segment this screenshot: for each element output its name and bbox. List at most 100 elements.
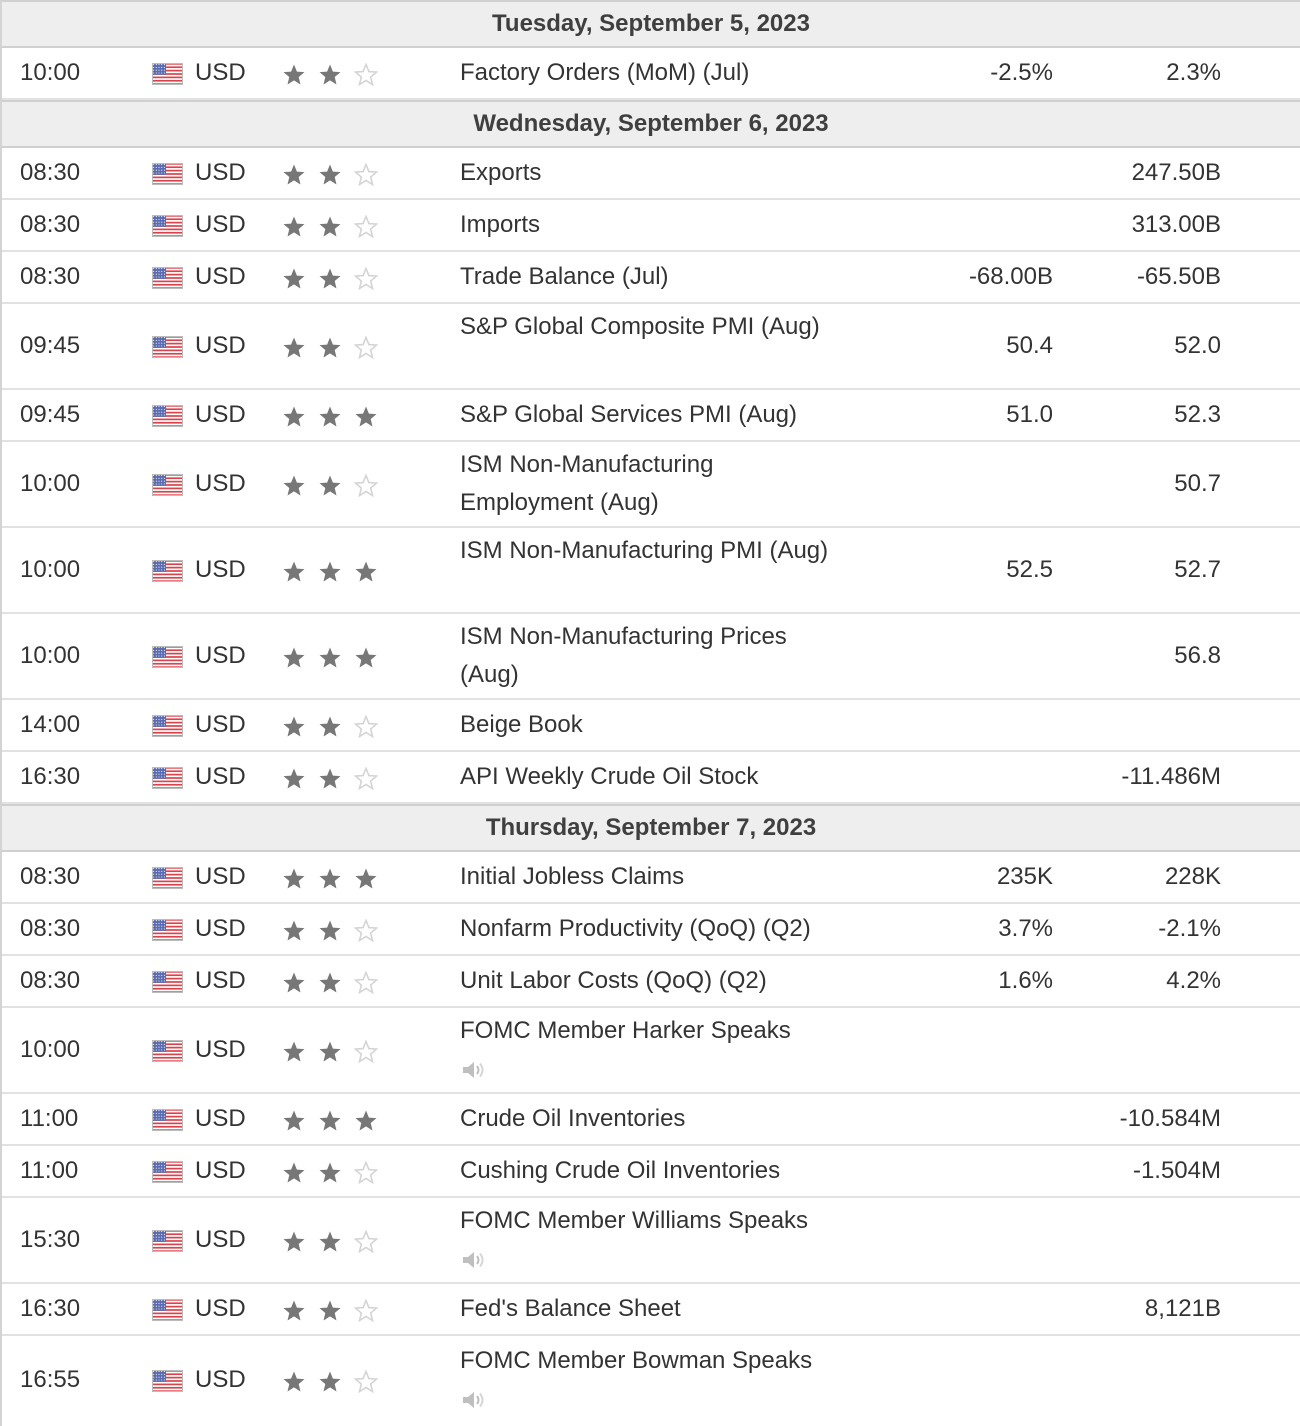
event-name-cell[interactable]: Trade Balance (Jul) xyxy=(460,258,830,296)
event-name-cell[interactable]: FOMC Member Bowman Speaks xyxy=(460,1342,830,1418)
event-row[interactable]: 16:30 USD API Weekly Crude Oil Stock -11.48… xyxy=(2,752,1300,804)
event-name-cell[interactable]: ISM Non-Manufacturing Employment (Aug) xyxy=(460,446,830,522)
event-name-cell[interactable]: FOMC Member Williams Speaks xyxy=(460,1202,830,1278)
event-name[interactable]: FOMC Member Bowman Speaks xyxy=(460,1347,812,1374)
event-row[interactable]: 08:30 USD Exports 247.50B xyxy=(2,148,1300,200)
event-name[interactable]: Trade Balance (Jul) xyxy=(460,263,669,290)
event-name-cell[interactable]: Unit Labor Costs (QoQ) (Q2) xyxy=(460,962,830,1000)
importance-stars xyxy=(282,163,378,187)
star-filled-icon xyxy=(282,1161,306,1185)
event-currency: USD xyxy=(195,211,246,238)
event-currency: USD xyxy=(195,1366,246,1393)
event-name-cell[interactable]: API Weekly Crude Oil Stock xyxy=(460,758,830,796)
us-flag-icon xyxy=(152,767,183,789)
us-flag-icon xyxy=(152,1370,183,1392)
event-name-cell[interactable]: S&P Global Services PMI (Aug) xyxy=(460,396,830,434)
event-name-cell[interactable]: Imports xyxy=(460,206,830,244)
event-row[interactable]: 11:00 USD Crude Oil Inventories -10.584M xyxy=(2,1094,1300,1146)
star-filled-icon xyxy=(282,1299,306,1323)
event-row[interactable]: 16:30 USD Fed's Balance Sheet 8,121B xyxy=(2,1284,1300,1336)
event-name-cell[interactable]: FOMC Member Harker Speaks xyxy=(460,1012,830,1088)
event-name-cell[interactable]: ISM Non-Manufacturing Prices (Aug) xyxy=(460,618,830,694)
importance-stars xyxy=(282,767,378,791)
event-row[interactable]: 08:30 USD Unit Labor Costs (QoQ) (Q2) 1.6% 4… xyxy=(2,956,1300,1008)
event-name[interactable]: Unit Labor Costs (QoQ) (Q2) xyxy=(460,967,767,994)
event-row[interactable]: 10:00 USD FOMC Member Harker Speaks xyxy=(2,1008,1300,1094)
event-name[interactable]: Exports xyxy=(460,159,541,186)
event-name[interactable]: Fed's Balance Sheet xyxy=(460,1295,681,1322)
event-row[interactable]: 08:30 USD Trade Balance (Jul) -68.00B -65.50… xyxy=(2,252,1300,304)
event-currency: USD xyxy=(195,1295,246,1322)
event-name-cell[interactable]: Crude Oil Inventories xyxy=(460,1100,830,1138)
star-filled-icon xyxy=(282,63,306,87)
event-name[interactable]: Crude Oil Inventories xyxy=(460,1105,685,1132)
event-name-cell[interactable]: Factory Orders (MoM) (Jul) xyxy=(460,54,830,92)
event-name[interactable]: ISM Non-Manufacturing Employment (Aug) xyxy=(460,451,713,516)
event-name-cell[interactable]: Cushing Crude Oil Inventories xyxy=(460,1152,830,1190)
event-name-cell[interactable]: S&P Global Composite PMI (Aug) xyxy=(460,308,830,346)
event-name[interactable]: FOMC Member Harker Speaks xyxy=(460,1017,791,1044)
star-filled-icon xyxy=(318,767,342,791)
importance-stars xyxy=(282,560,378,584)
event-name-cell[interactable]: Fed's Balance Sheet xyxy=(460,1290,830,1328)
event-previous: -65.50B xyxy=(1136,263,1221,290)
event-row[interactable]: 08:30 USD Nonfarm Productivity (QoQ) (Q2) 3… xyxy=(2,904,1300,956)
event-name[interactable]: Imports xyxy=(460,211,540,238)
star-empty-icon xyxy=(354,474,378,498)
star-empty-icon xyxy=(354,267,378,291)
speaker-icon[interactable] xyxy=(460,1249,486,1271)
event-row[interactable]: 10:00 USD ISM Non-Manufacturing Employment… xyxy=(2,442,1300,528)
event-name-cell[interactable]: Beige Book xyxy=(460,706,830,744)
star-filled-icon xyxy=(318,1230,342,1254)
star-filled-icon xyxy=(282,405,306,429)
event-name[interactable]: ISM Non-Manufacturing Prices (Aug) xyxy=(460,623,787,688)
star-filled-icon xyxy=(318,336,342,360)
star-filled-icon xyxy=(282,1040,306,1064)
event-forecast: -68.00B xyxy=(968,263,1053,290)
event-time: 11:00 xyxy=(20,1157,79,1184)
event-name-cell[interactable]: Exports xyxy=(460,154,830,192)
event-name[interactable]: Nonfarm Productivity (QoQ) (Q2) xyxy=(460,915,811,942)
event-name[interactable]: ISM Non-Manufacturing PMI (Aug) xyxy=(460,537,828,564)
us-flag-icon xyxy=(152,867,183,889)
event-row[interactable]: 10:00 USD ISM Non-Manufacturing Prices (Au… xyxy=(2,614,1300,700)
star-empty-icon xyxy=(354,215,378,239)
event-name[interactable]: Cushing Crude Oil Inventories xyxy=(460,1157,780,1184)
speaker-icon[interactable] xyxy=(460,1389,486,1411)
event-name-cell[interactable]: ISM Non-Manufacturing PMI (Aug) xyxy=(460,532,830,570)
speaker-icon[interactable] xyxy=(460,1059,486,1081)
event-name[interactable]: FOMC Member Williams Speaks xyxy=(460,1207,808,1234)
star-filled-icon xyxy=(354,1109,378,1133)
star-filled-icon xyxy=(318,1370,342,1394)
us-flag-icon xyxy=(152,919,183,941)
event-name-cell[interactable]: Nonfarm Productivity (QoQ) (Q2) xyxy=(460,910,830,948)
event-row[interactable]: 10:00 USD Factory Orders (MoM) (Jul) -2.5% 2… xyxy=(2,48,1300,100)
event-row[interactable]: 11:00 USD Cushing Crude Oil Inventories -1.… xyxy=(2,1146,1300,1198)
event-time: 09:45 xyxy=(20,332,81,359)
event-row[interactable]: 08:30 USD Imports 313.00B xyxy=(2,200,1300,252)
star-filled-icon xyxy=(282,971,306,995)
event-name[interactable]: Beige Book xyxy=(460,711,583,738)
event-row[interactable]: 09:45 USD S&P Global Composite PMI (Aug) 50… xyxy=(2,304,1300,390)
event-time: 14:00 xyxy=(20,711,81,738)
event-name-cell[interactable]: Initial Jobless Claims xyxy=(460,858,830,896)
star-filled-icon xyxy=(318,1161,342,1185)
event-name[interactable]: Factory Orders (MoM) (Jul) xyxy=(460,59,749,86)
event-previous: 4.2% xyxy=(1166,967,1221,994)
event-time: 16:30 xyxy=(20,1295,81,1322)
event-row[interactable]: 14:00 USD Beige Book xyxy=(2,700,1300,752)
us-flag-icon xyxy=(152,267,183,289)
star-empty-icon xyxy=(354,1161,378,1185)
event-row[interactable]: 08:30 USD Initial Jobless Claims 235K 228K xyxy=(2,852,1300,904)
event-name[interactable]: Initial Jobless Claims xyxy=(460,863,684,890)
event-name[interactable]: API Weekly Crude Oil Stock xyxy=(460,763,758,790)
event-row[interactable]: 10:00 USD ISM Non-Manufacturing PMI (Aug) 5… xyxy=(2,528,1300,614)
event-name[interactable]: S&P Global Services PMI (Aug) xyxy=(460,401,797,428)
event-name[interactable]: S&P Global Composite PMI (Aug) xyxy=(460,313,820,340)
event-row[interactable]: 15:30 USD FOMC Member Williams Speaks xyxy=(2,1198,1300,1284)
event-forecast: 50.4 xyxy=(1006,332,1053,359)
star-filled-icon xyxy=(282,646,306,670)
star-filled-icon xyxy=(318,1109,342,1133)
event-row[interactable]: 09:45 USD S&P Global Services PMI (Aug) 51.… xyxy=(2,390,1300,442)
event-row[interactable]: 16:55 USD FOMC Member Bowman Speaks xyxy=(2,1336,1300,1426)
